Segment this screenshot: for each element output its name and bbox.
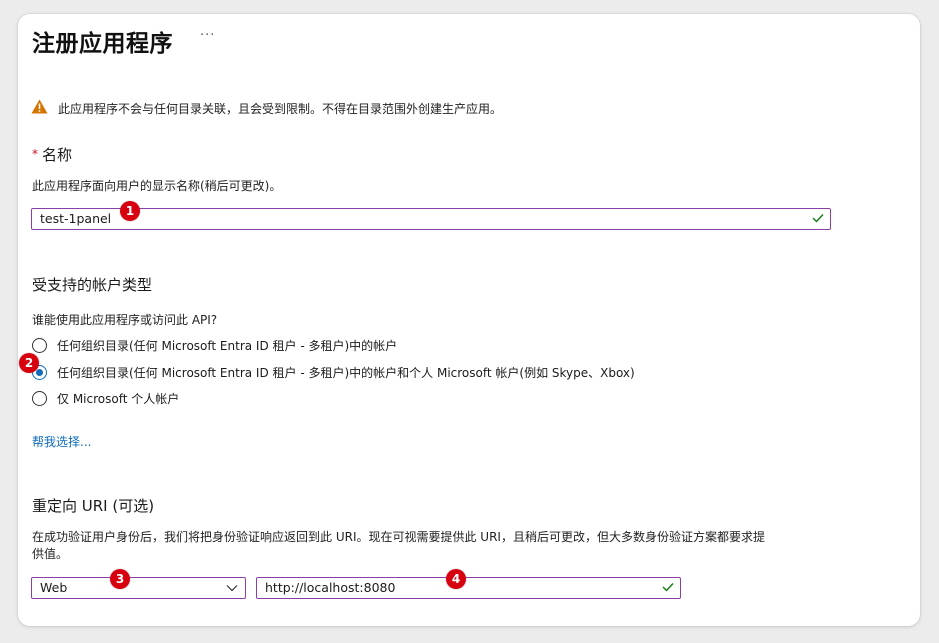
callout-badge-2: 2	[19, 353, 39, 373]
redirect-help-line-1: 在成功验证用户身份后，我们将把身份验证响应返回到此 URI。现在可视需要提供此 …	[32, 530, 765, 544]
account-option-multitenant-personal[interactable]: 任何组织目录(任何 Microsoft Entra ID 租户 - 多租户)中的…	[32, 362, 635, 382]
more-options-button[interactable]: ···	[200, 28, 215, 43]
name-input[interactable]: test-1panel	[31, 208, 831, 230]
checkmark-icon	[662, 583, 674, 592]
account-option-personal-only[interactable]: 仅 Microsoft 个人帐户	[32, 388, 179, 408]
callout-badge-1: 1	[120, 201, 140, 221]
platform-select-value: Web	[40, 580, 68, 595]
radio-button[interactable]	[32, 390, 47, 406]
warning-message: 此应用程序不会与任何目录关联，且会受到限制。不得在目录范围外创建生产应用。	[58, 102, 503, 116]
account-types-heading: 受支持的帐户类型	[32, 276, 153, 294]
name-label: * 名称	[32, 144, 72, 165]
help-me-choose-link[interactable]: 帮我选择...	[32, 433, 91, 450]
name-help-text: 此应用程序面向用户的显示名称(稍后可更改)。	[32, 179, 282, 193]
name-label-text: 名称	[42, 146, 73, 164]
required-mark: *	[32, 147, 38, 161]
register-app-panel: 注册应用程序 ··· 此应用程序不会与任何目录关联，且会受到限制。不得在目录范围…	[18, 14, 920, 626]
account-option-multitenant[interactable]: 任何组织目录(任何 Microsoft Entra ID 租户 - 多租户)中的…	[32, 335, 397, 355]
callout-badge-3: 3	[110, 569, 130, 589]
redirect-uri-input[interactable]: http://localhost:8080	[256, 577, 681, 599]
account-types-question: 谁能使用此应用程序或访问此 API?	[32, 313, 218, 327]
radio-button[interactable]	[32, 337, 47, 353]
account-option-label: 任何组织目录(任何 Microsoft Entra ID 租户 - 多租户)中的…	[57, 338, 398, 353]
redirect-help-line-2: 供值。	[32, 547, 69, 561]
name-input-value: test-1panel	[40, 211, 112, 226]
platform-select[interactable]: Web	[31, 577, 246, 599]
page-title: 注册应用程序	[32, 31, 173, 57]
account-option-label: 仅 Microsoft 个人帐户	[57, 391, 180, 406]
warning-triangle-icon	[31, 99, 48, 114]
redirect-uri-heading: 重定向 URI (可选)	[32, 497, 155, 515]
chevron-down-icon	[226, 585, 238, 592]
callout-badge-4: 4	[446, 569, 466, 589]
checkmark-icon	[812, 214, 824, 223]
account-option-label: 任何组织目录(任何 Microsoft Entra ID 租户 - 多租户)中的…	[57, 365, 635, 380]
redirect-uri-value: http://localhost:8080	[265, 580, 396, 595]
